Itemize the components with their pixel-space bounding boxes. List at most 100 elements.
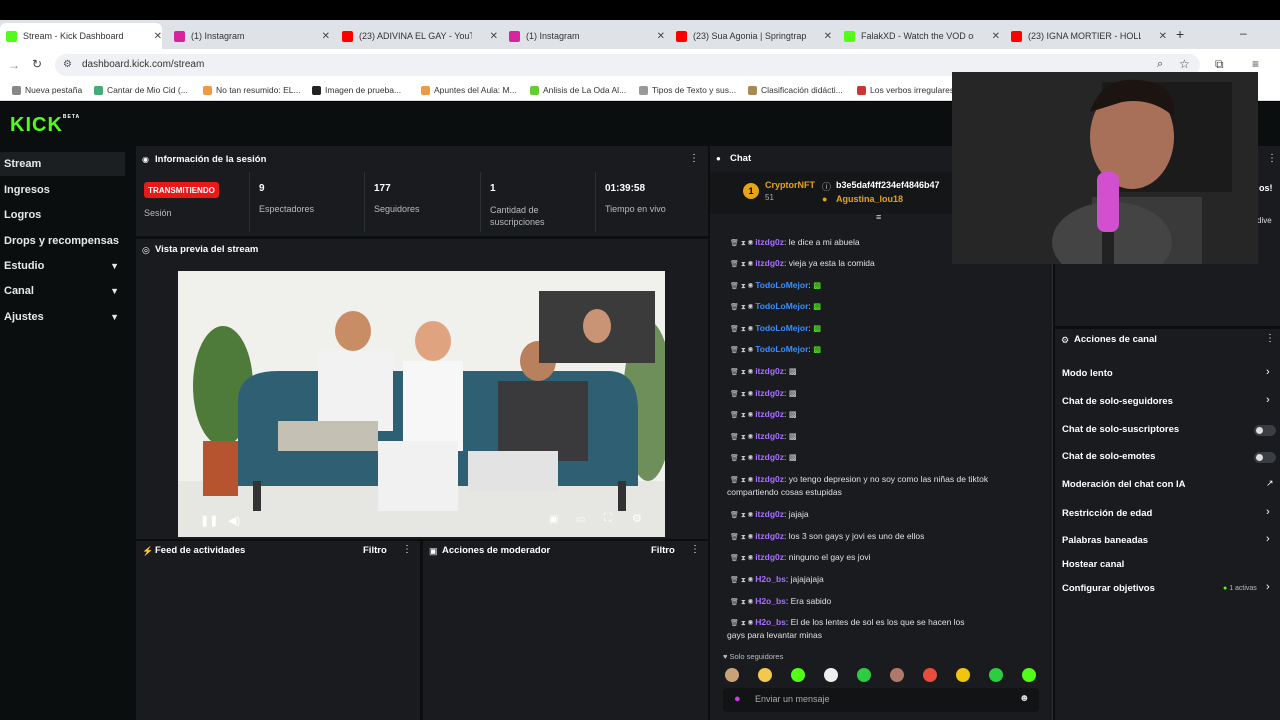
chevron-right-icon[interactable]: › bbox=[1266, 366, 1270, 378]
mod-tools-icon[interactable]: 🗑 ⧗ ◉ bbox=[730, 326, 755, 333]
more-options-icon[interactable]: ⋮ bbox=[402, 544, 412, 555]
emotes-only-toggle[interactable] bbox=[1254, 452, 1276, 463]
bookmark-item[interactable]: Anlisis de La Oda Al... bbox=[530, 85, 626, 95]
emote-icon[interactable] bbox=[725, 668, 739, 682]
emote-icon[interactable] bbox=[923, 668, 937, 682]
more-options-icon[interactable]: ⋮ bbox=[690, 544, 700, 555]
sidebar-item-canal[interactable]: Canal ▼ bbox=[0, 279, 125, 303]
close-icon[interactable]: ✕ bbox=[992, 31, 1000, 42]
chevron-right-icon[interactable]: › bbox=[1266, 533, 1270, 545]
action-banned-words[interactable]: Palabras baneadas bbox=[1062, 535, 1148, 546]
volume-icon[interactable]: ◀) bbox=[228, 514, 240, 527]
settings-gear-icon[interactable]: ⚙ bbox=[632, 512, 642, 525]
mod-tools-icon[interactable]: 🗑 ⧗ ◉ bbox=[730, 347, 755, 354]
bookmark-star-icon[interactable]: ☆ bbox=[1179, 57, 1190, 71]
more-options-icon[interactable]: ⋮ bbox=[1267, 153, 1277, 164]
pause-icon[interactable]: ❚❚ bbox=[200, 514, 218, 527]
chat-username[interactable]: TodoLoMejor bbox=[755, 344, 808, 354]
mod-tools-icon[interactable]: 🗑 ⧗ ◉ bbox=[730, 434, 755, 441]
theater-icon[interactable]: ▭ bbox=[576, 514, 585, 525]
chat-username[interactable]: TodoLoMejor bbox=[755, 323, 808, 333]
new-tab-icon[interactable]: + bbox=[1176, 26, 1184, 42]
action-slow-mode[interactable]: Modo lento bbox=[1062, 368, 1113, 379]
emote-icon[interactable] bbox=[890, 668, 904, 682]
close-icon[interactable]: ✕ bbox=[322, 31, 330, 42]
bookmark-item[interactable]: Los verbos irregulares bbox=[857, 85, 954, 95]
bookmark-item[interactable]: Cantar de Mio Cid (... bbox=[94, 85, 188, 95]
chat-username[interactable]: TodoLoMejor bbox=[755, 301, 808, 311]
bookmark-item[interactable]: Nueva pestaña bbox=[12, 85, 82, 95]
mod-tools-icon[interactable]: 🗑 ⧗ ◉ bbox=[730, 304, 755, 311]
mod-tools-icon[interactable]: 🗑 ⧗ ◉ bbox=[730, 412, 755, 419]
sidebar-item-stream[interactable]: Stream bbox=[0, 152, 125, 176]
close-icon[interactable]: ✕ bbox=[657, 31, 665, 42]
chat-username[interactable]: itzdg0z bbox=[755, 552, 784, 562]
pinned-user[interactable]: Agustina_lou18 bbox=[836, 194, 903, 204]
browser-tab[interactable]: Stream - Kick Dashboard ✕ bbox=[0, 23, 162, 49]
chat-username[interactable]: itzdg0z bbox=[755, 258, 784, 268]
zoom-icon[interactable]: ⌕ bbox=[1157, 58, 1163, 71]
filter-button[interactable]: Filtro bbox=[651, 545, 675, 556]
external-link-icon[interactable]: ↗ bbox=[1266, 478, 1274, 489]
browser-tab[interactable]: (23) Sua Agonia | Springtrap/W ✕ bbox=[670, 23, 832, 49]
collapse-icon[interactable]: ≡ bbox=[876, 212, 881, 222]
browser-tab[interactable]: (23) IGNA MORTIER - HOLLOW ✕ bbox=[1005, 23, 1167, 49]
mod-tools-icon[interactable]: 🗑 ⧗ ◉ bbox=[730, 283, 755, 290]
kick-logo[interactable]: KICKBETA bbox=[10, 114, 80, 137]
chat-username[interactable]: H2o_bs bbox=[755, 617, 786, 627]
chat-username[interactable]: itzdg0z bbox=[755, 474, 784, 484]
chat-username[interactable]: H2o_bs bbox=[755, 574, 786, 584]
subs-only-toggle[interactable] bbox=[1254, 425, 1276, 436]
site-info-icon[interactable]: ⚙ bbox=[63, 59, 72, 70]
bookmark-item[interactable]: Tipos de Texto y sus... bbox=[639, 85, 736, 95]
emote-icon[interactable] bbox=[956, 668, 970, 682]
chat-username[interactable]: itzdg0z bbox=[755, 388, 784, 398]
mod-tools-icon[interactable]: 🗑 ⧗ ◉ bbox=[730, 240, 755, 247]
emoji-icon[interactable]: ☻ bbox=[1019, 693, 1030, 704]
emote-icon[interactable] bbox=[758, 668, 772, 682]
emote-icon[interactable] bbox=[791, 668, 805, 682]
action-host-channel[interactable]: Hostear canal bbox=[1062, 559, 1124, 570]
close-icon[interactable]: ✕ bbox=[1159, 31, 1167, 42]
mod-tools-icon[interactable]: 🗑 ⧗ ◉ bbox=[730, 477, 755, 484]
sidebar-item-ingresos[interactable]: Ingresos bbox=[0, 178, 125, 202]
emote-icon[interactable] bbox=[857, 668, 871, 682]
mod-tools-icon[interactable]: 🗑 ⧗ ◉ bbox=[730, 261, 755, 268]
message-input[interactable]: ● Enviar un mensaje ☻ bbox=[723, 688, 1039, 712]
video-player[interactable]: ❚❚ ◀) ▣ ▭ ⛶ ⚙ bbox=[178, 271, 665, 537]
close-icon[interactable]: ✕ bbox=[490, 31, 498, 42]
mod-tools-icon[interactable]: 🗑 ⧗ ◉ bbox=[730, 455, 755, 462]
filter-button[interactable]: Filtro bbox=[363, 545, 387, 556]
chat-username[interactable]: itzdg0z bbox=[755, 452, 784, 462]
emote-icon[interactable] bbox=[989, 668, 1003, 682]
action-age-restriction[interactable]: Restricción de edad bbox=[1062, 508, 1152, 519]
chat-username[interactable]: H2o_bs bbox=[755, 596, 786, 606]
bookmark-item[interactable]: Imagen de prueba... bbox=[312, 85, 401, 95]
chat-username[interactable]: TodoLoMejor bbox=[755, 280, 808, 290]
action-followers-only[interactable]: Chat de solo-seguidores bbox=[1062, 396, 1173, 407]
sidebar-item-drops[interactable]: Drops y recompensas bbox=[0, 229, 125, 253]
close-icon[interactable]: ✕ bbox=[824, 31, 832, 42]
sidebar-item-logros[interactable]: Logros bbox=[0, 203, 125, 227]
action-subs-only[interactable]: Chat de solo-suscriptores bbox=[1062, 424, 1179, 435]
reload-icon[interactable]: ↻ bbox=[32, 57, 42, 71]
mod-tools-icon[interactable]: 🗑 ⧗ ◉ bbox=[730, 577, 755, 584]
mod-tools-icon[interactable]: 🗑 ⧗ ◉ bbox=[730, 391, 755, 398]
pinned-user[interactable]: CryptorNFT bbox=[765, 180, 815, 190]
chat-username[interactable]: itzdg0z bbox=[755, 366, 784, 376]
chat-username[interactable]: itzdg0z bbox=[755, 431, 784, 441]
browser-tab[interactable]: (23) ADIVINA EL GAY - YouTube ✕ bbox=[336, 23, 498, 49]
mod-tools-icon[interactable]: 🗑 ⧗ ◉ bbox=[730, 369, 755, 376]
action-goals[interactable]: Configurar objetivos bbox=[1062, 583, 1155, 594]
chevron-right-icon[interactable]: › bbox=[1266, 581, 1270, 593]
mic-icon[interactable]: ● bbox=[734, 693, 741, 705]
minimize-icon[interactable]: – bbox=[1240, 26, 1247, 40]
emote-icon[interactable] bbox=[824, 668, 838, 682]
sidebar-item-ajustes[interactable]: Ajustes ▼ bbox=[0, 305, 125, 329]
bookmark-item[interactable]: Clasificación didácti... bbox=[748, 85, 843, 95]
chat-username[interactable]: itzdg0z bbox=[755, 531, 784, 541]
sidebar-item-estudio[interactable]: Estudio ▼ bbox=[0, 254, 125, 278]
browser-tab[interactable]: (1) Instagram ✕ bbox=[168, 23, 330, 49]
mod-tools-icon[interactable]: 🗑 ⧗ ◉ bbox=[730, 534, 755, 541]
chat-username[interactable]: itzdg0z bbox=[755, 237, 784, 247]
